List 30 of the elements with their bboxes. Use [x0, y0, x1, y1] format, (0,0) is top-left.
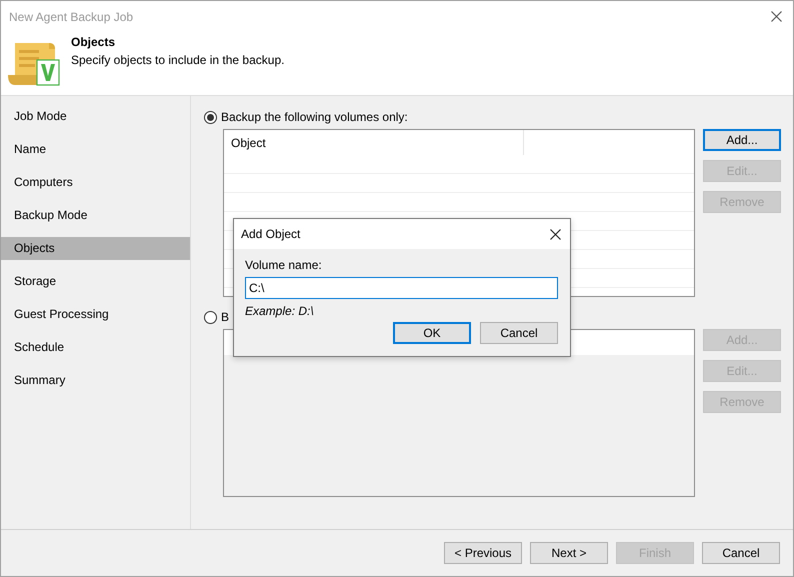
- dialog-title: Add Object: [241, 227, 300, 241]
- page-subtitle: Specify objects to include in the backup.: [71, 53, 284, 67]
- side-button[interactable]: Add...: [703, 129, 781, 151]
- volume-name-field[interactable]: C:\: [245, 277, 558, 299]
- radio-label: B: [221, 310, 230, 324]
- sidebar-item[interactable]: Schedule: [1, 336, 190, 359]
- dialog-button[interactable]: OK: [393, 322, 471, 344]
- close-icon[interactable]: [550, 228, 561, 240]
- wizard-button[interactable]: < Previous: [444, 542, 522, 564]
- sidebar-item[interactable]: Job Mode: [1, 105, 190, 128]
- window-title: New Agent Backup Job: [9, 10, 134, 24]
- column-header: Object: [224, 130, 524, 155]
- sidebar-item[interactable]: Backup Mode: [1, 204, 190, 227]
- sidebar-item[interactable]: Storage: [1, 270, 190, 293]
- sidebar-item[interactable]: Guest Processing: [1, 303, 190, 326]
- sidebar-item[interactable]: Objects: [1, 237, 190, 260]
- radio-button[interactable]: [204, 310, 217, 324]
- sidebar-item[interactable]: Computers: [1, 171, 190, 194]
- field-label: Volume name:: [245, 258, 323, 272]
- close-icon[interactable]: [771, 11, 782, 22]
- sidebar-item[interactable]: Name: [1, 138, 190, 161]
- wizard-button[interactable]: Next >: [530, 542, 608, 564]
- dialog-button[interactable]: Cancel: [480, 322, 558, 344]
- page-title: Objects: [71, 35, 116, 49]
- example-hint: Example: D:\: [245, 304, 315, 318]
- scroll-icon: [7, 41, 61, 87]
- wizard-button[interactable]: Cancel: [702, 542, 780, 564]
- sidebar-item[interactable]: Summary: [1, 369, 190, 392]
- radio-button[interactable]: [204, 110, 217, 124]
- radio-label: Backup the following volumes only:: [221, 110, 408, 124]
